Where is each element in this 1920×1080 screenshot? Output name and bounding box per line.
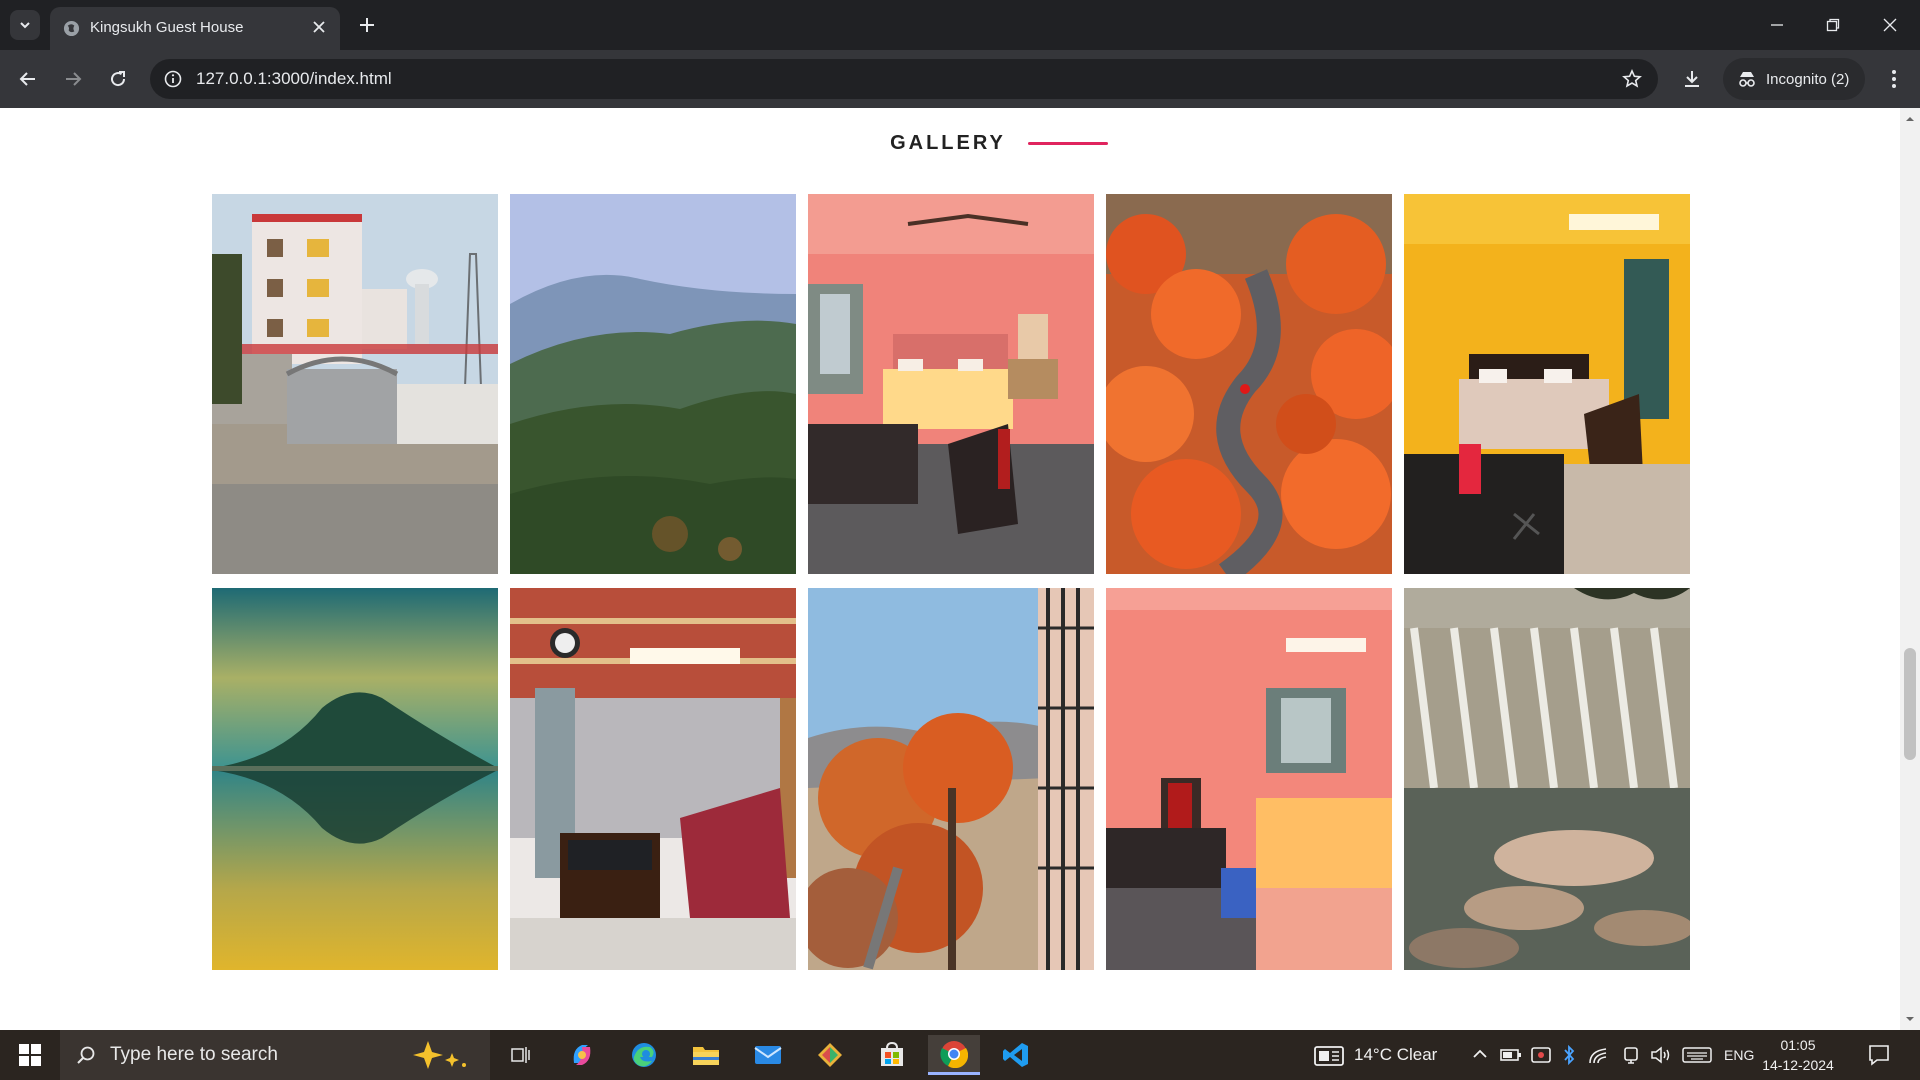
taskbar-chrome[interactable]	[928, 1035, 980, 1075]
url-text: 127.0.0.1:3000/index.html	[196, 69, 392, 88]
guest-house-front-photo[interactable]	[212, 194, 498, 574]
restore-button[interactable]	[1813, 8, 1853, 42]
close-window-button[interactable]	[1870, 8, 1910, 42]
yellow-bedroom-photo[interactable]	[1404, 194, 1690, 574]
taskbar-vscode[interactable]	[990, 1035, 1042, 1075]
volume-icon[interactable]	[1650, 1045, 1672, 1065]
reload-icon	[111, 71, 126, 87]
taskbar-edge[interactable]	[618, 1035, 670, 1075]
title-accent-line	[1027, 141, 1108, 145]
forest-hills-photo[interactable]	[510, 194, 796, 574]
task-view-icon	[511, 1047, 530, 1063]
chrome-icon	[940, 1040, 968, 1068]
tab-title: Kingsukh Guest House	[90, 19, 244, 36]
scroll-thumb[interactable]	[1904, 648, 1916, 760]
browser-toolbar: 127.0.0.1:3000/index.html Incognito (2)	[0, 50, 1920, 108]
back-button[interactable]	[12, 63, 44, 95]
incognito-indicator[interactable]: Incognito (2)	[1723, 58, 1865, 100]
downloads-button[interactable]	[1676, 63, 1708, 95]
taskbar-search[interactable]: Type here to search	[60, 1030, 490, 1080]
keyboard-icon[interactable]	[1682, 1046, 1712, 1064]
restore-icon	[1826, 18, 1840, 32]
copilot-icon	[573, 1045, 591, 1065]
incognito-icon	[1739, 72, 1755, 87]
security-center-icon[interactable]	[1530, 1045, 1552, 1065]
incognito-label: Incognito (2)	[1766, 70, 1850, 88]
arrow-right-icon	[66, 72, 82, 86]
task-view-button[interactable]	[494, 1035, 546, 1075]
dam-river-photo[interactable]	[1404, 588, 1690, 970]
clock-date: 14-12-2024	[1762, 1057, 1834, 1073]
new-tab-button[interactable]	[352, 10, 382, 40]
taskbar-mail[interactable]	[742, 1035, 794, 1075]
tab-search-button[interactable]	[10, 10, 40, 40]
lounge-sofa-photo[interactable]	[510, 588, 796, 970]
chevron-down-icon	[20, 22, 30, 29]
pink-bedroom-photo[interactable]	[808, 194, 1094, 574]
plus-icon	[360, 18, 374, 32]
taskbar-copilot[interactable]	[556, 1035, 608, 1075]
page-scrollbar[interactable]	[1900, 108, 1920, 1030]
clock[interactable]: 01:05 14-12-2024	[1760, 1035, 1836, 1075]
reload-button[interactable]	[102, 63, 134, 95]
windows-taskbar: Type here to search 14°C Clear ENG 01:05…	[0, 1030, 1920, 1080]
browser-menu-button[interactable]	[1878, 63, 1910, 95]
hill-lake-reflection-photo[interactable]	[212, 588, 498, 970]
tab-close-button[interactable]	[308, 16, 330, 38]
bluetooth-icon[interactable]	[1562, 1044, 1576, 1066]
language-indicator[interactable]: ENG	[1724, 1047, 1754, 1063]
section-title: GALLERY	[890, 131, 1006, 154]
info-icon	[164, 70, 182, 88]
star-icon	[1622, 69, 1642, 88]
forward-button[interactable]	[57, 63, 89, 95]
download-icon	[1685, 71, 1699, 87]
bookmark-button[interactable]	[1618, 65, 1646, 93]
store-icon	[881, 1042, 903, 1066]
taskbar-store[interactable]	[866, 1035, 918, 1075]
gallery-header: GALLERY	[0, 128, 1920, 158]
wifi-icon[interactable]	[1588, 1045, 1610, 1065]
copilot-sparkle-icon	[413, 1041, 466, 1069]
chevron-up-icon[interactable]	[1472, 1048, 1488, 1060]
minimize-icon	[1771, 24, 1783, 26]
browser-tab-bar: Kingsukh Guest House	[0, 0, 1920, 50]
close-icon	[313, 21, 325, 33]
address-bar[interactable]: 127.0.0.1:3000/index.html	[150, 59, 1658, 99]
close-icon	[1883, 18, 1897, 32]
clock-time: 01:05	[1780, 1037, 1816, 1053]
taskbar-file-explorer[interactable]	[680, 1035, 732, 1075]
minimize-button[interactable]	[1757, 8, 1797, 42]
search-placeholder: Type here to search	[110, 1044, 278, 1065]
folder-icon	[693, 1047, 719, 1065]
start-button[interactable]	[0, 1030, 60, 1080]
scroll-up-arrow-icon[interactable]	[1905, 114, 1915, 124]
search-icon	[77, 1046, 95, 1064]
pink-room-bed-photo[interactable]	[1106, 588, 1392, 970]
browser-tab-active[interactable]: Kingsukh Guest House	[50, 7, 340, 50]
mail-icon	[754, 1046, 782, 1064]
palash-tree-window-photo[interactable]	[808, 588, 1094, 970]
more-vertical-icon	[1892, 70, 1896, 88]
gallery-grid	[212, 194, 1690, 970]
dev-app-icon	[818, 1043, 842, 1067]
vscode-icon	[1003, 1043, 1028, 1067]
arrow-left-icon	[19, 72, 35, 86]
palash-road-photo[interactable]	[1106, 194, 1392, 574]
weather-text[interactable]: 14°C Clear	[1354, 1045, 1437, 1065]
site-info-button[interactable]	[160, 66, 186, 92]
notification-icon[interactable]	[1868, 1044, 1890, 1066]
scroll-down-arrow-icon[interactable]	[1905, 1014, 1915, 1024]
page-viewport: GALLERY	[0, 108, 1920, 1030]
weather-news-icon[interactable]	[1314, 1045, 1344, 1067]
taskbar-dev-app[interactable]	[804, 1035, 856, 1075]
edge-browser-icon	[632, 1043, 656, 1067]
windows-logo-icon	[19, 1044, 41, 1066]
display-icon[interactable]	[1622, 1045, 1642, 1065]
battery-icon[interactable]	[1500, 1046, 1522, 1064]
globe-icon	[63, 20, 80, 37]
